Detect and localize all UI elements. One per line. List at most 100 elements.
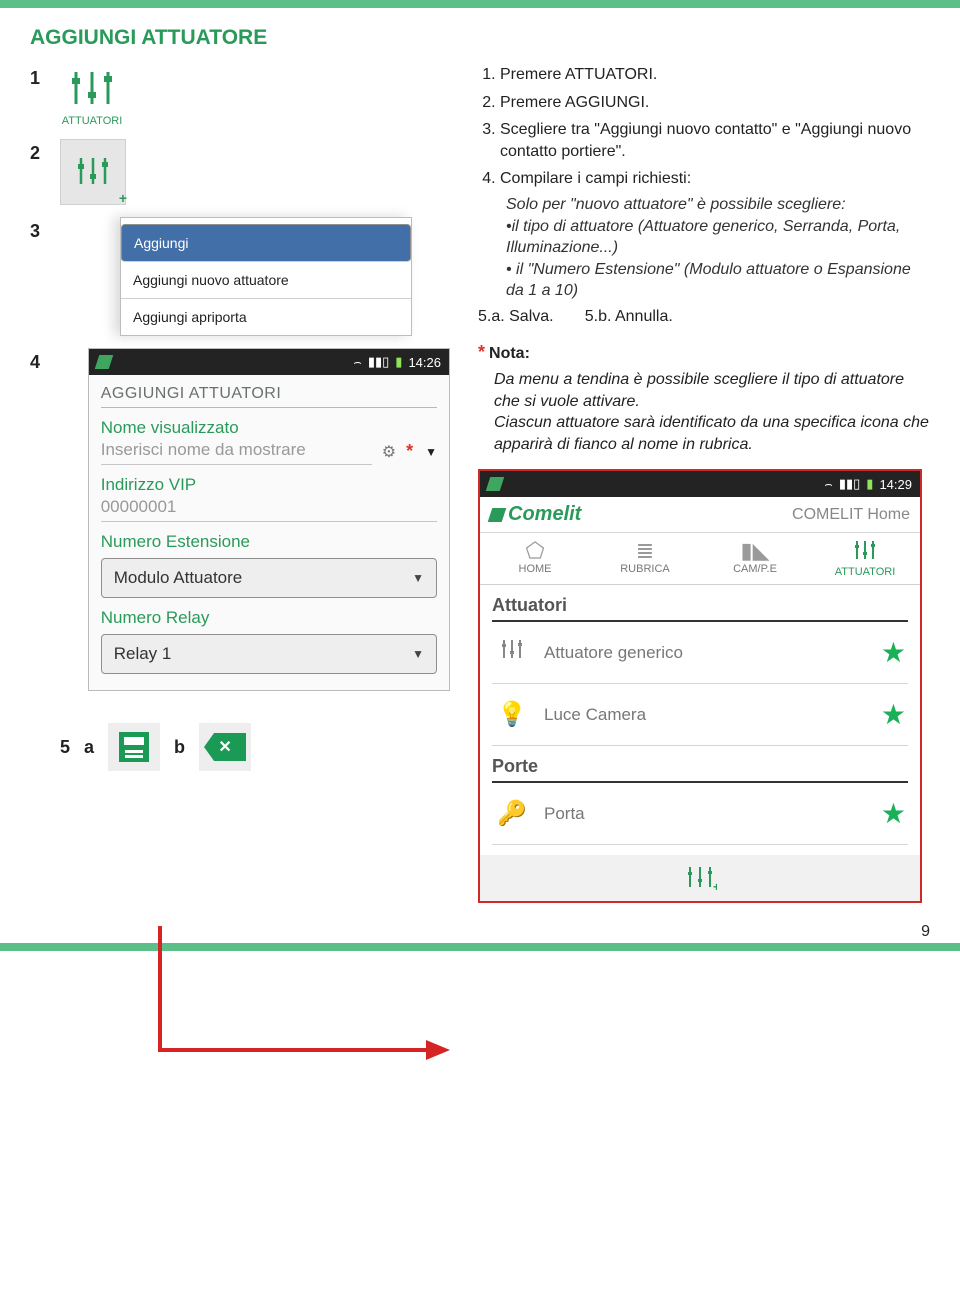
home-icon: ⬠ [480,539,590,563]
sliders-grey-icon [494,638,530,667]
wifi-icon: ⌢ [353,354,362,370]
page-number: 9 [921,923,930,941]
wifi-icon: ⌢ [824,476,833,492]
vip-label: Indirizzo VIP [101,475,437,495]
note-asterisk-icon: * [478,342,485,362]
list-item[interactable]: Attuatore generico ★ [492,622,908,684]
svg-text:+: + [713,880,717,892]
sliders-plus-icon [71,154,115,190]
form-header: AGGIUNGI ATTUATORI [101,385,437,408]
cancel-icon: ✕ [204,733,246,761]
menu-item-aggiungi[interactable]: Aggiungi [121,224,411,262]
label-b: b [174,737,185,758]
step-4-bullet-2: • il "Numero Estensione" (Modulo attuato… [506,259,930,302]
brand-logo: Comelit [490,503,581,526]
step-number-3: 3 [30,217,60,242]
step-5a: 5.a. Salva. [478,308,554,325]
attuatori-label: ATTUATORI [60,115,124,127]
battery-icon: ▮ [866,476,873,492]
signal-icon: ▮▮▯ [368,354,389,370]
logo-icon [94,355,113,369]
star-icon[interactable]: ★ [881,636,906,669]
list-item[interactable]: 💡 Luce Camera ★ [492,684,908,746]
phone-form-screenshot: ⌢ ▮▮▯ ▮ 14:26 AGGIUNGI ATTUATORI Nome vi… [88,348,450,691]
app-status-bar: ⌢ ▮▮▯ ▮ 14:29 [480,471,920,497]
plus-icon: + [119,190,127,206]
step-number-2: 2 [30,139,60,164]
step-4-bullet-1: •il tipo di attuatore (Attuatore generic… [506,216,930,259]
list-item-label: Attuatore generico [544,643,867,663]
sliders-icon [60,64,124,112]
menu-item-apriporta[interactable]: Aggiungi apriporta [121,299,411,335]
list-icon: ≣ [590,539,700,563]
step-number-4: 4 [30,348,58,373]
step-number-5: 5 [60,737,70,758]
logo-icon [486,477,505,491]
chevron-down-icon: ▼ [412,571,424,585]
note-block: *Nota: Da menu a tendina è possibile sce… [478,342,930,455]
label-a: a [84,737,94,758]
sliders-small-icon: ⚙ [382,442,396,462]
step-5b: 5.b. Annulla. [585,308,673,325]
name-input[interactable]: Inserisci nome da mostrare [101,438,372,465]
name-label: Nome visualizzato [101,418,437,438]
step-number-1: 1 [30,64,60,89]
app-status-time: 14:29 [879,477,912,492]
instruction-list: Premere ATTUATORI. Premere AGGIUNGI. Sce… [478,64,930,302]
right-column: Premere ATTUATORI. Premere AGGIUNGI. Sce… [478,64,930,903]
page-title: AGGIUNGI ATTUATORE [30,26,930,50]
step-4-intro: Solo per "nuovo attuatore" è possibile s… [506,194,930,216]
tab-rubrica[interactable]: ≣RUBRICA [590,533,700,584]
star-icon[interactable]: ★ [881,797,906,830]
ext-label: Numero Estensione [101,532,437,552]
step-4: Compilare i campi richiesti: Solo per "n… [500,168,930,302]
relay-value: Relay 1 [114,644,172,664]
chevron-down-icon: ▼ [412,647,424,661]
note-body-1: Da menu a tendina è possibile scegliere … [494,371,904,410]
save-cancel-row: 5 a b ✕ [60,723,450,771]
step-1: Premere ATTUATORI. [500,64,930,86]
step-3: Scegliere tra "Aggiungi nuovo contatto" … [500,119,930,162]
lightbulb-icon: 💡 [494,700,530,729]
relay-select[interactable]: Relay 1 ▼ [101,634,437,674]
vip-input[interactable]: 00000001 [101,495,437,522]
cancel-button[interactable]: ✕ [199,723,251,771]
top-green-bar [0,0,960,8]
signal-icon: ▮▮▯ [839,476,860,492]
app-footer: + [480,855,920,901]
relay-label: Numero Relay [101,608,437,628]
asterisk-icon: * [406,441,413,462]
app-screenshot: ⌢ ▮▮▯ ▮ 14:29 Comelit COMELIT Home ⬠HOME… [478,469,922,903]
list-item-label: Porta [544,804,867,824]
list-item[interactable]: 🔑 Porta ★ [492,783,908,845]
status-bar: ⌢ ▮▮▯ ▮ 14:26 [89,349,449,375]
sliders-icon [810,539,920,566]
tab-home[interactable]: ⬠HOME [480,533,590,584]
chevron-down-icon[interactable]: ▼ [425,445,437,459]
ext-select[interactable]: Modulo Attuatore ▼ [101,558,437,598]
list-item-label: Luce Camera [544,705,867,725]
status-time: 14:26 [408,355,441,370]
brand-subtitle: COMELIT Home [792,506,910,524]
save-icon [119,732,149,762]
tab-attuatori[interactable]: ATTUATORI [810,533,920,584]
step-2: Premere AGGIUNGI. [500,92,930,114]
sliders-plus-icon[interactable]: + [683,864,717,892]
note-title: Nota: [489,345,530,362]
camera-icon: ▮◣ [700,539,810,563]
bottom-green-bar [0,943,960,951]
ext-value: Modulo Attuatore [114,568,243,588]
tab-cam[interactable]: ▮◣CAM/P.E [700,533,810,584]
section-attuatori-header: Attuatori [492,595,908,622]
context-menu: Aggiungi Aggiungi nuovo attuatore Aggiun… [120,217,412,336]
key-icon: 🔑 [494,799,530,828]
attuatori-tile[interactable]: ATTUATORI [60,64,124,127]
menu-item-nuovo-attuatore[interactable]: Aggiungi nuovo attuatore [121,262,411,299]
add-attuatore-tile[interactable]: + [60,139,126,205]
star-icon[interactable]: ★ [881,698,906,731]
save-button[interactable] [108,723,160,771]
note-body-2: Ciascun attuatore sarà identificato da u… [494,414,929,453]
brand-mark-icon [488,508,507,522]
left-column: 1 ATTUATORI 2 [30,64,450,903]
section-porte-header: Porte [492,756,908,783]
